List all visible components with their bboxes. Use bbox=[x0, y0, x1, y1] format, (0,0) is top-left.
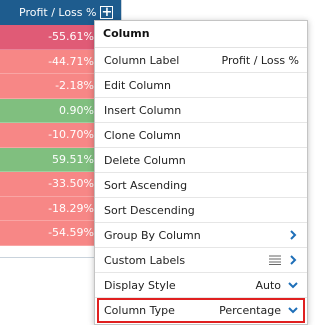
menu-item-label: Delete Column bbox=[104, 153, 186, 167]
chevron-right-icon bbox=[290, 230, 297, 240]
menu-item-label: Group By Column bbox=[104, 228, 201, 242]
menu-title: Column bbox=[95, 21, 307, 48]
chevron-right-icon bbox=[290, 255, 297, 265]
menu-item-edit-column[interactable]: Edit Column bbox=[95, 73, 307, 98]
menu-item-label: Column Label bbox=[104, 53, 180, 67]
menu-item-label: Sort Descending bbox=[104, 203, 195, 217]
menu-item-column-label[interactable]: Column Label Profit / Loss % bbox=[95, 48, 307, 73]
menu-item-label: Edit Column bbox=[104, 78, 171, 92]
menu-item-insert-column[interactable]: Insert Column bbox=[95, 98, 307, 123]
menu-item-sort-ascending[interactable]: Sort Ascending bbox=[95, 173, 307, 198]
list-lines-icon bbox=[269, 255, 281, 265]
menu-item-sort-descending[interactable]: Sort Descending bbox=[95, 198, 307, 223]
column-type-value: Percentage bbox=[219, 303, 281, 317]
menu-item-clone-column[interactable]: Clone Column bbox=[95, 123, 307, 148]
menu-item-column-type[interactable]: Column Type Percentage bbox=[97, 298, 305, 323]
menu-item-label: Insert Column bbox=[104, 103, 182, 117]
menu-item-label: Custom Labels bbox=[104, 253, 186, 267]
column-label-value: Profit / Loss % bbox=[221, 53, 299, 67]
menu-item-label: Clone Column bbox=[104, 128, 181, 142]
menu-item-custom-labels[interactable]: Custom Labels bbox=[95, 248, 307, 273]
chevron-down-icon bbox=[288, 282, 298, 289]
menu-item-label: Column Type bbox=[104, 303, 175, 317]
menu-item-label: Sort Ascending bbox=[104, 178, 188, 192]
menu-item-label: Display Style bbox=[104, 278, 176, 292]
chevron-down-icon bbox=[288, 307, 298, 314]
column-header-label: Profit / Loss % bbox=[19, 6, 97, 19]
add-column-icon[interactable]: + bbox=[100, 6, 114, 19]
menu-item-group-by-column[interactable]: Group By Column bbox=[95, 223, 307, 248]
column-context-menu: Column Column Label Profit / Loss % Edit… bbox=[94, 20, 308, 325]
menu-item-display-style[interactable]: Display Style Auto bbox=[95, 273, 307, 298]
display-style-value: Auto bbox=[255, 278, 281, 292]
menu-item-delete-column[interactable]: Delete Column bbox=[95, 148, 307, 173]
